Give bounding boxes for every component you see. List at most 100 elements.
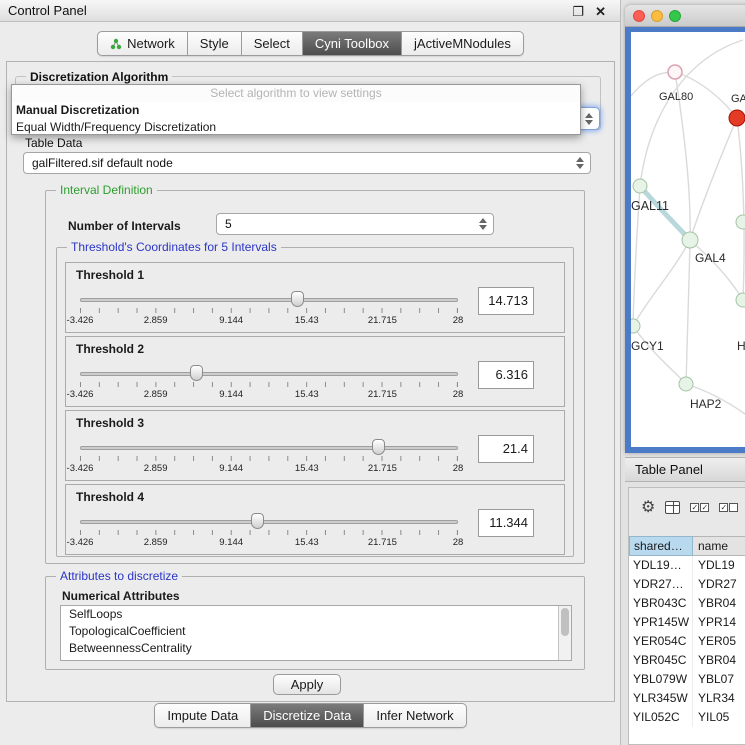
- tab-infer-network[interactable]: Infer Network: [363, 704, 465, 727]
- table-panel: ⚙ ✓✓ ✓ shared… name YDL19…YDL19 YDR27…YD…: [628, 487, 745, 745]
- network-icon: [110, 38, 122, 50]
- slider-ticks: [80, 530, 458, 535]
- network-node-gal80[interactable]: [668, 65, 682, 79]
- list-item[interactable]: TopologicalCoefficient: [61, 623, 571, 640]
- gear-icon[interactable]: ⚙: [641, 497, 655, 517]
- table-body: YDL19…YDL19 YDR27…YDR27 YBR043CYBR04 YPR…: [629, 556, 745, 744]
- algorithm-dropdown-popup: Select algorithm to view settings Manual…: [11, 84, 581, 135]
- algorithm-placeholder: Select algorithm to view settings: [12, 85, 580, 102]
- network-node[interactable]: [736, 215, 745, 229]
- node-label: H: [737, 339, 745, 353]
- attributes-group-title: Attributes to discretize: [56, 569, 182, 583]
- column-header-shared-name[interactable]: shared…: [629, 536, 693, 556]
- slider-ticks: [80, 456, 458, 461]
- tab-style[interactable]: Style: [187, 32, 241, 55]
- float-window-icon[interactable]: ❐: [572, 4, 584, 20]
- network-node-hap2[interactable]: [679, 377, 693, 391]
- table-row[interactable]: YBR045CYBR04: [629, 651, 745, 670]
- slider-thumb[interactable]: [291, 291, 304, 307]
- table-row[interactable]: YER054CYER05: [629, 632, 745, 651]
- thresholds-group-title: Threshold's Coordinates for 5 Intervals: [67, 240, 281, 254]
- list-scrollbar[interactable]: [558, 606, 571, 660]
- slider-thumb[interactable]: [251, 513, 264, 529]
- tab-select[interactable]: Select: [241, 32, 302, 55]
- table-row[interactable]: YIL052CYIL05: [629, 708, 745, 727]
- zoom-window-button[interactable]: [669, 10, 681, 22]
- algorithm-option-equal-width[interactable]: Equal Width/Frequency Discretization: [12, 119, 580, 136]
- threshold-value-field[interactable]: 6.316: [478, 361, 534, 389]
- num-intervals-label: Number of Intervals: [68, 219, 181, 233]
- list-item[interactable]: SelfLoops: [61, 606, 571, 623]
- network-node[interactable]: [736, 293, 745, 307]
- tab-jactivemnodules[interactable]: jActiveMNodules: [401, 32, 523, 55]
- num-intervals-combobox[interactable]: 5: [216, 213, 494, 235]
- threshold-value-field[interactable]: 21.4: [478, 435, 534, 463]
- top-tab-bar: Network Style Select Cyni Toolbox jActiv…: [0, 31, 621, 56]
- combo-arrows-icon: [585, 113, 593, 125]
- close-panel-icon[interactable]: ✕: [595, 4, 606, 20]
- network-canvas[interactable]: GAL80 GA GAL11 GAL4 GCY1 H HAP2: [631, 32, 745, 447]
- unselect-columns-icon[interactable]: ✓: [719, 503, 738, 512]
- slider-tick-labels: -3.426 2.859 9.144 15.43 21.715 28: [80, 315, 458, 327]
- control-panel-titlebar: Control Panel ❐ ✕: [0, 0, 620, 22]
- table-data-label: Table Data: [25, 136, 82, 150]
- table-row[interactable]: YDL19…YDL19: [629, 556, 745, 575]
- network-node-gal4[interactable]: [682, 232, 698, 248]
- node-label: GA: [731, 93, 745, 105]
- network-node-gal11[interactable]: [633, 179, 647, 193]
- threshold-slider[interactable]: -3.426 2.859 9.144 15.43 21.715 28: [80, 291, 458, 333]
- threshold-panel-2: Threshold 2 -3.426 2.859 9.144 15.43 21.…: [65, 336, 565, 407]
- apply-button[interactable]: Apply: [273, 674, 341, 695]
- slider-tick-labels: -3.426 2.859 9.144 15.43 21.715 28: [80, 537, 458, 549]
- threshold-slider[interactable]: -3.426 2.859 9.144 15.43 21.715 28: [80, 439, 458, 481]
- network-edge-highlighted[interactable]: [640, 186, 690, 240]
- column-header-name[interactable]: name: [693, 536, 745, 556]
- tab-label: Network: [127, 36, 175, 51]
- node-label: GAL80: [659, 91, 693, 103]
- threshold-slider[interactable]: -3.426 2.859 9.144 15.43 21.715 28: [80, 513, 458, 555]
- threshold-slider[interactable]: -3.426 2.859 9.144 15.43 21.715 28: [80, 365, 458, 407]
- select-all-columns-icon[interactable]: ✓✓: [690, 503, 709, 512]
- bottom-tab-bar: Impute Data Discretize Data Infer Networ…: [0, 703, 621, 728]
- list-item[interactable]: BetweennessCentrality: [61, 640, 571, 657]
- table-row[interactable]: YBR043CYBR04: [629, 594, 745, 613]
- attributes-list[interactable]: SelfLoops TopologicalCoefficient Between…: [60, 605, 572, 661]
- network-view-frame: GAL80 GA GAL11 GAL4 GCY1 H HAP2: [625, 27, 745, 453]
- algorithm-option-manual[interactable]: Manual Discretization: [12, 102, 580, 119]
- slider-thumb[interactable]: [190, 365, 203, 381]
- table-panel-titlebar: Table Panel: [625, 457, 745, 482]
- table-header-row: shared… name: [629, 536, 745, 556]
- slider-track[interactable]: [80, 298, 458, 302]
- threshold-value-field[interactable]: 14.713: [478, 287, 534, 315]
- slider-track[interactable]: [80, 372, 458, 376]
- table-row[interactable]: YPR145WYPR14: [629, 613, 745, 632]
- threshold-label: Threshold 2: [76, 342, 144, 356]
- threshold-value-field[interactable]: 11.344: [478, 509, 534, 537]
- slider-thumb[interactable]: [372, 439, 385, 455]
- tab-discretize-data[interactable]: Discretize Data: [250, 704, 363, 727]
- threshold-panel-1: Threshold 1 -3.426 2.859 9.144 15.43 21.…: [65, 262, 565, 333]
- threshold-panel-4: Threshold 4 -3.426 2.859 9.144 15.43 21.…: [65, 484, 565, 555]
- table-panel-title: Table Panel: [635, 458, 703, 482]
- interval-definition-group: Interval Definition Number of Intervals …: [45, 190, 585, 564]
- table-data-combobox[interactable]: galFiltered.sif default node: [23, 152, 591, 174]
- network-node-selected-red[interactable]: [729, 110, 745, 126]
- tab-cyni-toolbox[interactable]: Cyni Toolbox: [302, 32, 401, 55]
- table-row[interactable]: YDR27…YDR27: [629, 575, 745, 594]
- cyni-toolbox-panel: Discretization Algorithm Select algorith…: [6, 61, 615, 702]
- slider-track[interactable]: [80, 520, 458, 524]
- threshold-label: Threshold 4: [76, 490, 144, 504]
- network-node-gcy1[interactable]: [631, 319, 640, 333]
- tab-network[interactable]: Network: [98, 32, 187, 55]
- minimize-window-button[interactable]: [651, 10, 663, 22]
- slider-track[interactable]: [80, 446, 458, 450]
- columns-icon[interactable]: [665, 501, 680, 514]
- tab-impute-data[interactable]: Impute Data: [155, 704, 250, 727]
- control-panel: Control Panel ❐ ✕ Network Style Select C…: [0, 0, 621, 745]
- table-row[interactable]: YBL079WYBL07: [629, 670, 745, 689]
- slider-ticks: [80, 308, 458, 313]
- close-window-button[interactable]: [633, 10, 645, 22]
- table-row[interactable]: YLR345WYLR34: [629, 689, 745, 708]
- network-window-titlebar[interactable]: [625, 5, 745, 27]
- table-toolbar: ⚙ ✓✓ ✓: [629, 488, 745, 526]
